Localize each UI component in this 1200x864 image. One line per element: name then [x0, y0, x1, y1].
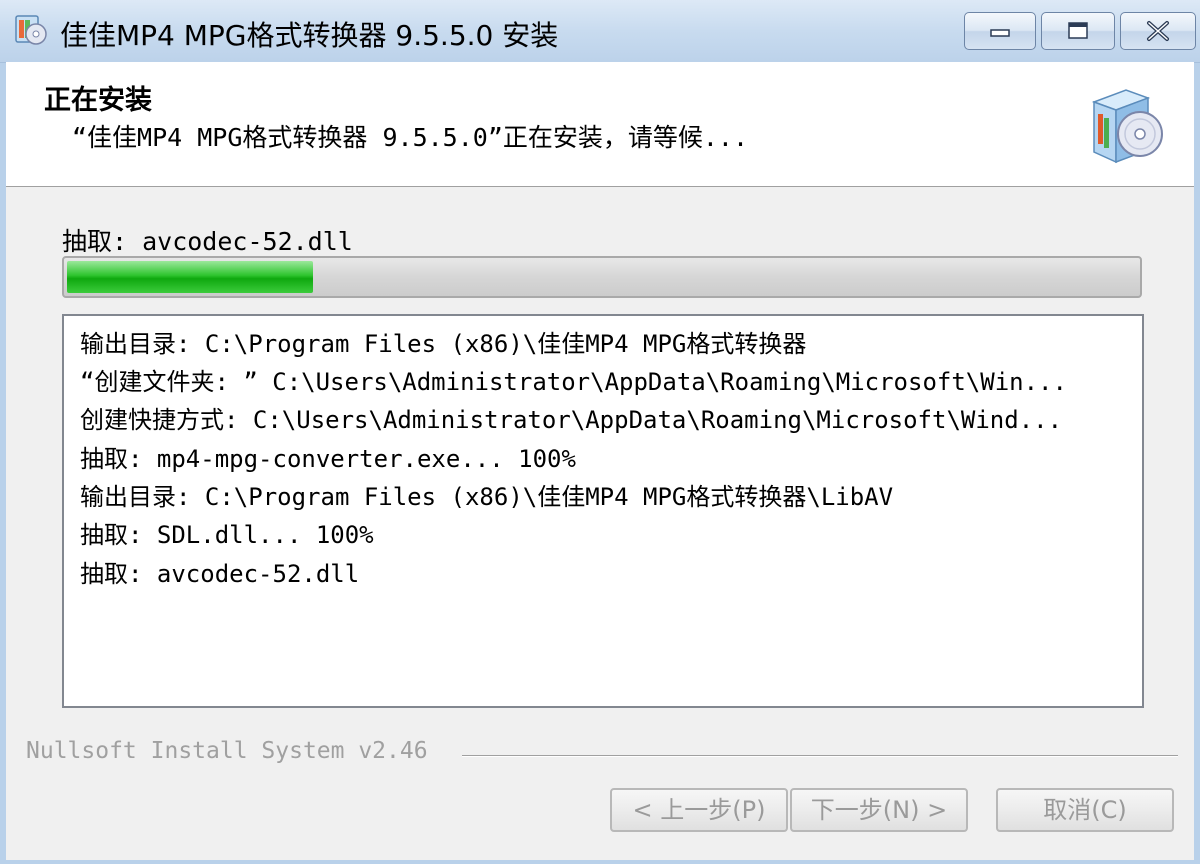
- title-bar[interactable]: 佳佳MP4 MPG格式转换器 9.5.5.0 安装: [0, 0, 1200, 63]
- install-progress-bar: [62, 256, 1142, 298]
- install-log-list[interactable]: 输出目录: C:\Program Files (x86)\佳佳MP4 MPG格式…: [62, 314, 1144, 708]
- progress-fill: [67, 261, 313, 293]
- maximize-button[interactable]: [1041, 12, 1115, 50]
- installer-cd-icon: [15, 15, 47, 45]
- cancel-button[interactable]: 取消(C): [996, 788, 1174, 832]
- log-line: 抽取: mp4-mpg-converter.exe... 100%: [80, 445, 576, 473]
- page-title: 正在安装: [44, 85, 152, 116]
- window-title: 佳佳MP4 MPG格式转换器 9.5.5.0 安装: [60, 19, 559, 52]
- page-subtitle: “佳佳MP4 MPG格式转换器 9.5.5.0”正在安装，请等候...: [72, 123, 749, 152]
- log-line: 输出目录: C:\Program Files (x86)\佳佳MP4 MPG格式…: [80, 330, 807, 358]
- log-line: “创建文件夹: ” C:\Users\Administrator\AppData…: [80, 368, 1067, 396]
- software-box-cd-icon: [1091, 89, 1163, 164]
- minimize-icon: [990, 29, 1010, 37]
- minimize-button[interactable]: [964, 12, 1036, 50]
- next-button[interactable]: 下一步(N) >: [790, 788, 968, 832]
- maximize-icon: [1068, 22, 1088, 39]
- installer-window: 佳佳MP4 MPG格式转换器 9.5.5.0 安装 正在安装 “佳佳MP4 MP…: [0, 0, 1200, 864]
- current-action-label: 抽取: avcodec-52.dll: [62, 227, 353, 256]
- branding-divider: [462, 755, 1178, 757]
- log-line: 抽取: SDL.dll... 100%: [80, 521, 374, 549]
- back-button[interactable]: < 上一步(P): [610, 788, 788, 832]
- log-line: 创建快捷方式: C:\Users\Administrator\AppData\R…: [80, 406, 1063, 434]
- log-line: 输出目录: C:\Program Files (x86)\佳佳MP4 MPG格式…: [80, 483, 894, 511]
- close-button[interactable]: [1120, 12, 1196, 50]
- nsis-branding: Nullsoft Install System v2.46: [26, 738, 428, 764]
- header-panel: 正在安装 “佳佳MP4 MPG格式转换器 9.5.5.0”正在安装，请等候...: [6, 62, 1194, 187]
- log-line: 抽取: avcodec-52.dll: [80, 560, 360, 588]
- close-icon: [1147, 21, 1169, 41]
